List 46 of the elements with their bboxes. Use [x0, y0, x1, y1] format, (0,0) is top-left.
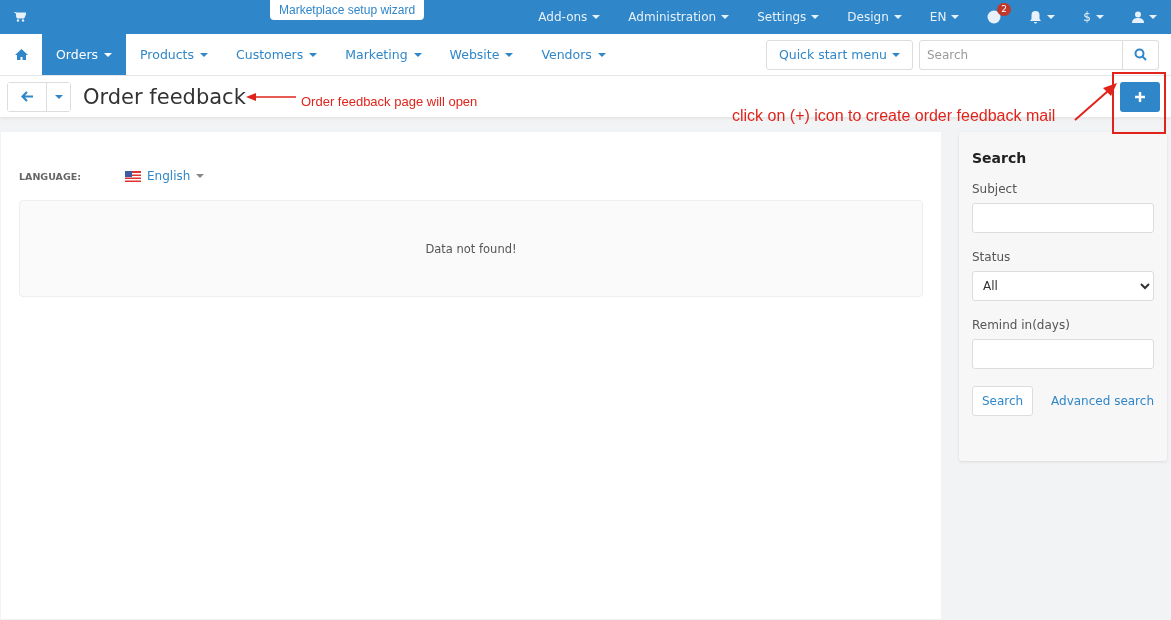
- nav-tab[interactable]: Customers: [222, 34, 332, 75]
- page-title: Order feedback: [83, 84, 246, 109]
- quick-start-menu-button[interactable]: Quick start menu: [765, 39, 913, 70]
- sidebar-title: Search: [972, 150, 1028, 166]
- nav-tab[interactable]: Products: [126, 34, 223, 75]
- bell-icon: [1029, 10, 1043, 24]
- add-button[interactable]: [1120, 81, 1160, 112]
- home-icon: [14, 49, 28, 60]
- input-field[interactable]: [972, 339, 1154, 369]
- help-menu[interactable]: 2: [973, 0, 1016, 34]
- language-label: LANGUAGE:: [19, 170, 82, 182]
- arrow: [1074, 82, 1118, 122]
- nav-tab[interactable]: Marketing: [331, 34, 436, 75]
- top-menu-item[interactable]: Design: [833, 0, 916, 34]
- field-label: Subject: [972, 182, 1018, 196]
- advanced-search-link[interactable]: Advanced search: [1051, 394, 1154, 408]
- back-arrow-icon: [21, 91, 33, 102]
- top-menu-item[interactable]: Add-ons: [524, 0, 615, 34]
- cart-icon[interactable]: [14, 12, 26, 22]
- arrow: [246, 92, 296, 102]
- annotation-text: click on (+) icon to create order feedback mail: [732, 107, 1056, 125]
- flag-icon: [125, 170, 141, 182]
- search-icon: [1134, 48, 1147, 61]
- top-menu-item[interactable]: Administration: [614, 0, 744, 34]
- highlight-frame: [1112, 72, 1166, 134]
- user-icon: [1132, 11, 1144, 23]
- nav-tab[interactable]: Orders: [42, 34, 127, 75]
- input-field[interactable]: [972, 203, 1154, 233]
- language-selector[interactable]: English: [125, 169, 205, 183]
- top-menu-item[interactable]: Settings: [743, 0, 834, 34]
- setup-wizard-button[interactable]: Marketplace setup wizard: [270, 0, 425, 20]
- empty-message: Data not found!: [19, 200, 923, 297]
- field-label: Status: [972, 250, 1012, 264]
- plus-icon: [1135, 91, 1145, 102]
- field-label: Remind in(days): [972, 318, 1071, 332]
- status-select[interactable]: All: [972, 271, 1154, 301]
- top-menu-item[interactable]: $: [1069, 0, 1118, 34]
- notification-badge: 2: [997, 3, 1012, 16]
- search-button[interactable]: [1123, 39, 1159, 70]
- search-field[interactable]: Search: [919, 39, 1123, 70]
- annotation-text: Order feedback page will open: [301, 94, 478, 109]
- search-submit-button[interactable]: Search: [972, 386, 1034, 416]
- dropdown-button[interactable]: [46, 82, 70, 111]
- top-menu-item[interactable]: EN: [915, 0, 974, 34]
- nav-tab[interactable]: Website: [435, 34, 528, 75]
- nav-tab[interactable]: Vendors: [527, 34, 620, 75]
